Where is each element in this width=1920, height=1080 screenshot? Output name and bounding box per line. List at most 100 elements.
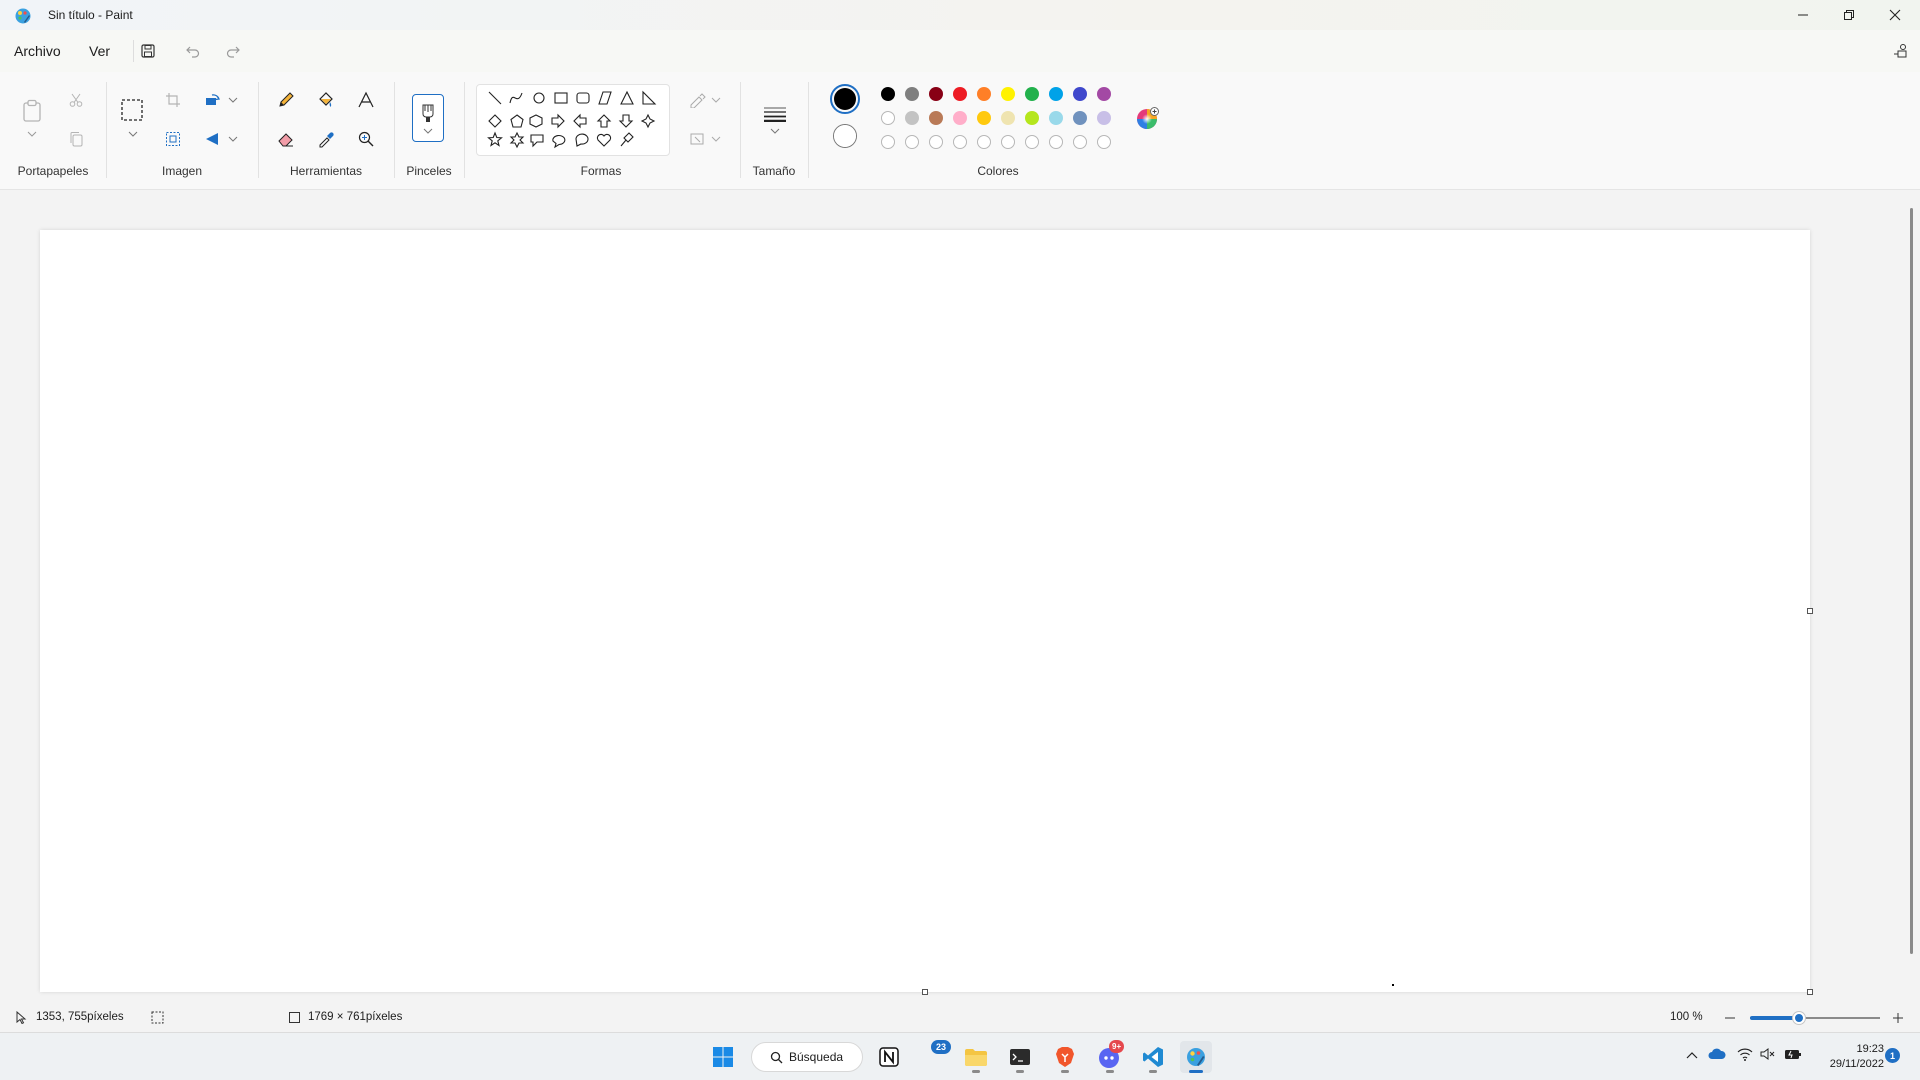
color-swatch[interactable] [977, 87, 991, 101]
eraser-button[interactable] [272, 125, 300, 153]
file-explorer-app[interactable] [960, 1041, 992, 1073]
copy-icon [70, 132, 83, 147]
custom-color-slot[interactable] [977, 135, 991, 149]
show-hidden-icons-button[interactable] [1686, 1050, 1698, 1060]
text-button[interactable] [352, 86, 380, 114]
share-button[interactable] [1888, 39, 1912, 63]
save-button[interactable] [136, 39, 160, 63]
color-swatch[interactable] [1025, 111, 1039, 125]
copy-button[interactable] [62, 125, 90, 153]
vertical-scrollbar[interactable] [1910, 208, 1913, 954]
color-swatch[interactable] [977, 111, 991, 125]
flip-button[interactable] [199, 125, 227, 153]
color-swatch[interactable] [929, 111, 943, 125]
onedrive-tray[interactable] [1708, 1048, 1726, 1060]
menu-ver[interactable]: Ver [89, 43, 110, 59]
color-swatch[interactable] [1001, 111, 1015, 125]
color-swatch[interactable] [1049, 87, 1063, 101]
volume-tray[interactable] [1760, 1047, 1776, 1061]
custom-color-slot[interactable] [1025, 135, 1039, 149]
select-dropdown[interactable] [128, 130, 138, 138]
rotate-dropdown[interactable] [228, 96, 238, 104]
color-swatch[interactable] [1049, 111, 1063, 125]
custom-color-slot[interactable] [1097, 135, 1111, 149]
pencil-button[interactable] [272, 86, 300, 114]
zoom-in-button[interactable] [1890, 1010, 1906, 1026]
secondary-color-button[interactable] [833, 124, 857, 148]
zoom-slider[interactable] [1750, 1010, 1880, 1026]
zoom-slider-thumb[interactable] [1793, 1012, 1805, 1024]
resize-handle-corner[interactable] [1807, 989, 1813, 995]
minimize-icon [1798, 14, 1808, 16]
color-swatch[interactable] [881, 87, 895, 101]
select-button[interactable] [118, 96, 146, 124]
zoom-level[interactable]: 100 % [1670, 1011, 1703, 1023]
custom-color-slot[interactable] [1049, 135, 1063, 149]
redo-button[interactable] [221, 39, 245, 63]
outline-dropdown[interactable] [711, 96, 721, 104]
terminal-icon [1010, 1049, 1030, 1065]
paste-button[interactable] [18, 94, 46, 128]
menu-archivo[interactable]: Archivo [14, 43, 61, 59]
custom-color-slot[interactable] [881, 135, 895, 149]
crop-button[interactable] [159, 86, 187, 114]
start-button[interactable] [707, 1041, 739, 1073]
edit-colors-button[interactable] [1136, 106, 1160, 130]
wifi-icon [1737, 1048, 1753, 1061]
color-swatch[interactable] [905, 111, 919, 125]
primary-color-button[interactable] [830, 84, 860, 114]
color-swatch[interactable] [1097, 87, 1111, 101]
close-button[interactable] [1872, 0, 1918, 30]
battery-tray[interactable] [1784, 1047, 1802, 1061]
custom-color-slot[interactable] [1001, 135, 1015, 149]
fill-shape-button[interactable] [684, 125, 712, 153]
resize-handle-bottom[interactable] [922, 989, 928, 995]
color-picker-button[interactable] [312, 125, 340, 153]
custom-color-slot[interactable] [929, 135, 943, 149]
color-swatch[interactable] [1001, 87, 1015, 101]
restore-button[interactable] [1826, 0, 1872, 30]
flip-dropdown[interactable] [228, 135, 238, 143]
fill-shape-dropdown[interactable] [711, 135, 721, 143]
paste-dropdown[interactable] [27, 130, 37, 138]
color-swatch[interactable] [1073, 111, 1087, 125]
color-swatch[interactable] [881, 111, 895, 125]
undo-button[interactable] [181, 39, 205, 63]
paint-bucket-icon [319, 92, 333, 107]
vscode-app[interactable] [1137, 1041, 1169, 1073]
resize-handle-right[interactable] [1807, 608, 1813, 614]
notion-app[interactable] [873, 1041, 905, 1073]
notification-badge[interactable]: 1 [1885, 1048, 1900, 1063]
color-swatch[interactable] [1097, 111, 1111, 125]
color-swatch[interactable] [953, 87, 967, 101]
color-swatch[interactable] [929, 87, 943, 101]
color-swatch[interactable] [1025, 87, 1039, 101]
drawing-canvas[interactable] [40, 230, 1810, 992]
taskbar-search[interactable]: Búsqueda [751, 1042, 863, 1072]
custom-color-slot[interactable] [953, 135, 967, 149]
paint-app[interactable] [1180, 1041, 1212, 1073]
rotate-button[interactable] [199, 86, 227, 114]
wifi-tray[interactable] [1737, 1047, 1753, 1061]
fill-button[interactable] [312, 86, 340, 114]
brave-app[interactable] [1049, 1041, 1081, 1073]
size-button[interactable] [760, 96, 790, 144]
resize-button[interactable] [159, 125, 187, 153]
color-swatch[interactable] [953, 111, 967, 125]
custom-color-slot[interactable] [905, 135, 919, 149]
undo-icon [186, 46, 200, 58]
clock-time: 19:23 [1856, 1043, 1884, 1055]
outline-button[interactable] [684, 86, 712, 114]
minimize-button[interactable] [1780, 0, 1826, 30]
cut-button[interactable] [62, 86, 90, 114]
zoom-out-button[interactable] [1722, 1010, 1738, 1026]
color-swatch[interactable] [905, 87, 919, 101]
magnifier-button[interactable] [352, 125, 380, 153]
brushes-button[interactable] [412, 94, 444, 142]
paint-icon [14, 7, 32, 25]
color-swatch[interactable] [1073, 87, 1087, 101]
system-clock[interactable]: 19:23 29/11/2022 [1810, 1042, 1884, 1072]
terminal-app[interactable] [1004, 1041, 1036, 1073]
group-label-imagen: Imagen [161, 164, 203, 178]
custom-color-slot[interactable] [1073, 135, 1087, 149]
